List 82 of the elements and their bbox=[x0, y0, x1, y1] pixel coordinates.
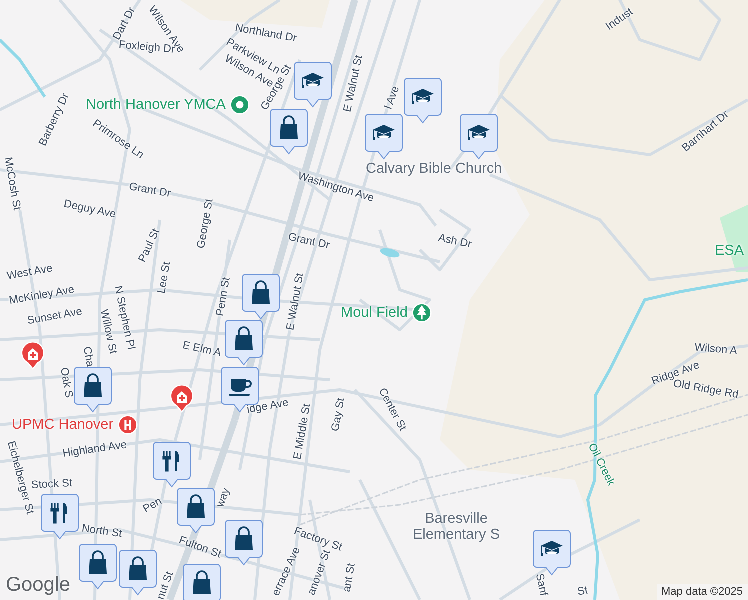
coffee-cup-icon bbox=[229, 379, 252, 396]
fork-and-knife-icon bbox=[162, 450, 180, 472]
creek-label: Oil Creek bbox=[584, 442, 618, 488]
map-pin[interactable] bbox=[183, 564, 221, 600]
street-label: ant St bbox=[341, 562, 359, 594]
map-attribution: Map data ©2025 bbox=[656, 584, 748, 600]
recreation-pin-icon[interactable] bbox=[230, 95, 250, 115]
map-pin[interactable] bbox=[225, 320, 263, 366]
street-label: Pen bbox=[141, 495, 165, 517]
map-pin[interactable] bbox=[242, 274, 280, 320]
street-label: Gay St bbox=[330, 397, 348, 433]
graduation-cap-icon bbox=[412, 89, 434, 104]
shopping-bag-icon bbox=[193, 570, 211, 594]
street-label: idge Ave bbox=[246, 396, 290, 418]
street-label: anover St bbox=[306, 548, 334, 598]
shopping-bag-icon bbox=[235, 326, 253, 350]
street-label: Willow St bbox=[96, 308, 120, 356]
street-label: Sunset Ave bbox=[26, 306, 84, 328]
creek-drawing bbox=[0, 38, 46, 98]
map-pin[interactable] bbox=[177, 488, 215, 534]
place-label: ESA bbox=[715, 243, 744, 259]
place-label: Moul Field bbox=[341, 305, 408, 321]
map-pin[interactable] bbox=[74, 367, 112, 413]
map-pin[interactable] bbox=[460, 114, 498, 160]
map-pin[interactable] bbox=[119, 550, 157, 596]
street-label: Grant Dr bbox=[287, 231, 331, 253]
place-label: North Hanover YMCA bbox=[86, 97, 226, 113]
hospital-pin-icon[interactable] bbox=[118, 415, 138, 435]
map-pin[interactable] bbox=[404, 78, 442, 124]
map-pin[interactable] bbox=[294, 62, 332, 108]
street-label: Fulton St bbox=[177, 534, 223, 562]
street-label: Penn St bbox=[214, 276, 234, 318]
street-label: nut St bbox=[154, 570, 178, 600]
street-label: E Walnut St bbox=[342, 54, 366, 114]
hospital-pin-icon[interactable] bbox=[21, 342, 45, 370]
map-pin[interactable] bbox=[41, 494, 79, 540]
street-label: l Ave bbox=[382, 84, 404, 112]
street-label: Ash Dr bbox=[437, 232, 473, 252]
street-label: Wilson A bbox=[694, 342, 738, 358]
street-label: E Elm A bbox=[182, 340, 222, 360]
map-pin[interactable] bbox=[365, 114, 403, 160]
map-pin[interactable] bbox=[270, 109, 308, 155]
map-pin[interactable] bbox=[225, 520, 263, 566]
street-label: E Walnut St bbox=[284, 272, 308, 332]
street-label: McKinley Ave bbox=[8, 284, 76, 308]
street-label: West Ave bbox=[6, 262, 54, 284]
shopping-bag-icon bbox=[187, 494, 205, 518]
street-label: North St bbox=[81, 522, 123, 542]
shopping-bag-icon bbox=[89, 550, 107, 574]
graduation-cap-icon bbox=[302, 73, 324, 88]
street-label: Sanf bbox=[532, 572, 550, 598]
street-label: St bbox=[576, 584, 590, 600]
place-label: Baresville Elementary S bbox=[412, 511, 502, 543]
street-label: McCosh St bbox=[0, 156, 24, 212]
pond-drawing bbox=[380, 248, 400, 258]
graduation-cap-icon bbox=[541, 541, 563, 556]
shopping-bag-icon bbox=[129, 556, 147, 580]
fork-and-knife-icon bbox=[50, 502, 68, 524]
map-pin[interactable] bbox=[153, 442, 191, 488]
park-pin-icon[interactable] bbox=[412, 303, 432, 323]
street-label: George St bbox=[195, 198, 217, 250]
hospital-pin-icon[interactable] bbox=[170, 385, 194, 413]
street-label: E Middle St bbox=[292, 403, 314, 461]
street-label: Deguy Ave bbox=[62, 198, 118, 222]
map-pin[interactable] bbox=[533, 530, 571, 576]
street-label: Stock St bbox=[31, 477, 73, 493]
map-pin[interactable] bbox=[79, 544, 117, 590]
graduation-cap-icon bbox=[373, 125, 395, 140]
street-label: way bbox=[214, 486, 234, 510]
shopping-bag-icon bbox=[84, 374, 102, 397]
place-label: Calvary Bible Church bbox=[366, 161, 502, 177]
google-logo: Google bbox=[6, 574, 70, 597]
graduation-cap-icon bbox=[468, 125, 490, 140]
street-label: Cha bbox=[80, 346, 96, 368]
street-label: Grant Dr bbox=[128, 180, 172, 202]
street-label: Oak S bbox=[56, 366, 76, 400]
place-label: UPMC Hanover bbox=[12, 417, 114, 433]
shopping-bag-icon bbox=[235, 526, 253, 550]
shopping-bag-icon bbox=[252, 280, 270, 304]
street-label: errace Ave bbox=[270, 546, 304, 598]
shopping-bag-icon bbox=[280, 116, 298, 139]
street-label: Highland Ave bbox=[62, 439, 128, 461]
